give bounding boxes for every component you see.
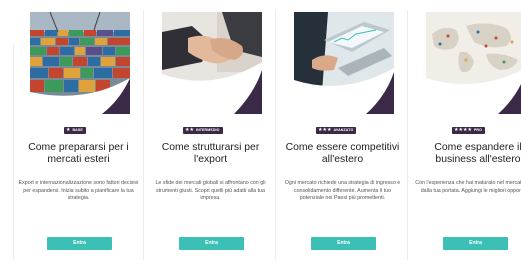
course-title: Come strutturarsi per l'export [161, 142, 260, 165]
enter-button[interactable]: Entra [443, 237, 508, 250]
course-card-pro: ★★★★ PRO Come espandere il business all'… [410, 10, 521, 260]
course-card-row: ★ BASE Come prepararsi per i mercati est… [0, 0, 521, 266]
course-title: Come prepararsi per i mercati esteri [28, 142, 129, 165]
level-badge: ★★★★ PRO [452, 127, 486, 134]
enter-button[interactable]: Entra [311, 237, 376, 250]
level-label: BASE [72, 128, 83, 132]
stars-icon: ★★ [185, 127, 194, 133]
course-title: Come espandere il business all'estero [434, 142, 521, 165]
course-description: Export e internazionalizzazione sono fat… [18, 180, 139, 202]
stars-icon: ★★★ [318, 127, 332, 133]
stars-icon: ★★★★ [454, 127, 472, 133]
level-label: PRO [473, 128, 483, 132]
course-description: Con l'esperienza che hai maturato nel me… [415, 180, 521, 194]
course-card-base: ★ BASE Come prepararsi per i mercati est… [14, 10, 144, 260]
level-label: INTERMEDIO [195, 128, 220, 132]
course-card-intermedio: ★★ INTERMEDIO Come strutturarsi per l'ex… [146, 10, 276, 260]
course-image-map [426, 12, 521, 114]
level-label: AVANZATO [333, 128, 354, 132]
course-image-containers [30, 12, 130, 114]
course-image-handshake [162, 12, 262, 114]
level-badge: ★ BASE [64, 127, 86, 134]
level-badge: ★★★ AVANZATO [316, 127, 357, 134]
enter-button[interactable]: Entra [47, 237, 112, 250]
course-description: Le sfide dei mercati globali si affronta… [155, 180, 266, 202]
course-description: Ogni mercato richiede una strategia di i… [284, 180, 401, 202]
enter-button[interactable]: Entra [179, 237, 244, 250]
level-badge: ★★ INTERMEDIO [183, 127, 223, 134]
course-image-laptop [294, 12, 394, 114]
course-card-avanzato: ★★★ AVANZATO Come essere competitivi all… [278, 10, 408, 260]
course-title: Come essere competitivi all'estero [285, 142, 400, 165]
stars-icon: ★ [66, 127, 71, 133]
